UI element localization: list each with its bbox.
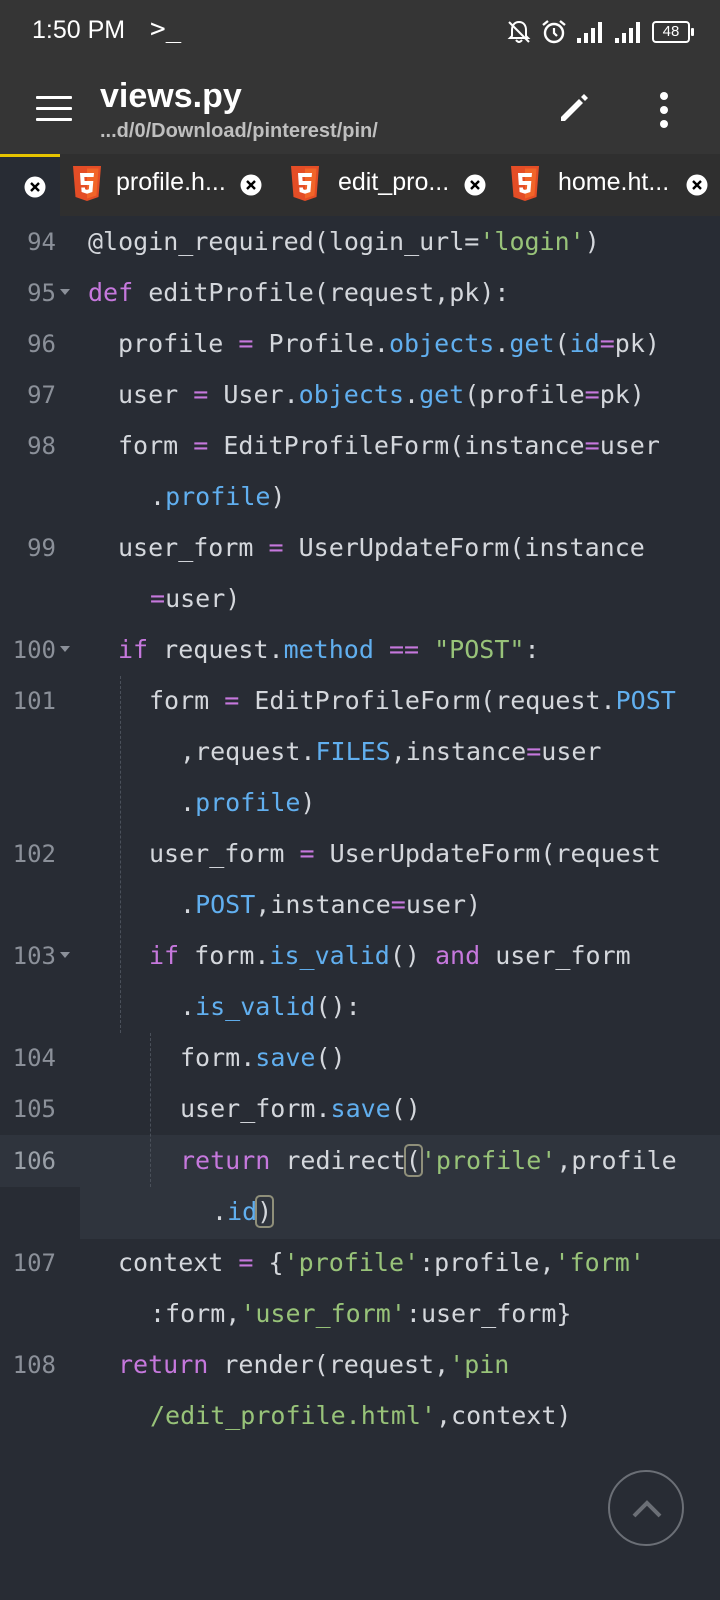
code-line-wrap[interactable]: =user) xyxy=(0,573,720,625)
code-text: profile = Profile.objects.get(id=pk) xyxy=(118,329,660,358)
tab-views-py[interactable] xyxy=(0,154,60,216)
line-number: 97 xyxy=(27,381,56,409)
line-number: 100 xyxy=(12,636,56,664)
line-number: 95 xyxy=(27,279,56,307)
file-path: ...d/0/Download/pinterest/pin/ xyxy=(100,120,378,142)
line-number: 101 xyxy=(12,687,56,715)
code-text: form.save() xyxy=(180,1043,346,1072)
code-line[interactable]: 97 user = User.objects.get(profile=pk) xyxy=(0,369,720,421)
code-text: if form.is_valid() and user_form xyxy=(149,941,631,970)
terminal-icon: >_ xyxy=(150,14,182,44)
status-time: 1:50 PM xyxy=(32,16,126,44)
code-line-wrap[interactable]: /edit_profile.html',context) xyxy=(0,1390,720,1442)
code-text: .id) xyxy=(212,1195,275,1228)
code-text: :form,'user_form':user_form} xyxy=(150,1299,572,1328)
tab-profile-html[interactable]: profile.h... xyxy=(60,154,278,216)
code-text: .is_valid(): xyxy=(180,992,361,1021)
code-line[interactable]: 99 user_form = UserUpdateForm(instance xyxy=(0,522,720,574)
line-number: 102 xyxy=(12,840,56,868)
fold-arrow-icon[interactable] xyxy=(60,289,70,295)
code-line[interactable]: 95 def editProfile(request,pk): xyxy=(0,267,720,319)
line-number: 103 xyxy=(12,942,56,970)
line-number: 105 xyxy=(12,1095,56,1123)
code-line[interactable]: 96 profile = Profile.objects.get(id=pk) xyxy=(0,318,720,370)
code-line-wrap[interactable]: .POST,instance=user) xyxy=(0,879,720,931)
close-circle-icon[interactable] xyxy=(464,174,486,196)
code-line[interactable]: 101 form = EditProfileForm(request.POST xyxy=(0,675,720,727)
code-text: /edit_profile.html',context) xyxy=(150,1401,572,1430)
code-line[interactable]: 107 context = {'profile':profile,'form' xyxy=(0,1237,720,1289)
line-number: 108 xyxy=(12,1351,56,1379)
code-text: .profile) xyxy=(150,482,286,511)
pencil-icon[interactable] xyxy=(556,90,592,126)
code-line[interactable]: 98 form = EditProfileForm(instance=user xyxy=(0,420,720,472)
code-text: return render(request,'pin xyxy=(118,1350,510,1379)
code-line-wrap[interactable]: ,request.FILES,instance=user xyxy=(0,726,720,778)
code-text: user = User.objects.get(profile=pk) xyxy=(118,380,645,409)
status-icons: 48 xyxy=(506,18,694,46)
close-circle-icon[interactable] xyxy=(686,174,708,196)
code-text: form = EditProfileForm(request.POST xyxy=(149,686,676,715)
line-number: 107 xyxy=(12,1249,56,1277)
signal-icon xyxy=(615,22,640,43)
code-line[interactable]: 108 return render(request,'pin xyxy=(0,1339,720,1391)
close-circle-icon[interactable] xyxy=(240,174,262,196)
code-line[interactable]: 102 user_form = UserUpdateForm(request xyxy=(0,828,720,880)
code-line[interactable]: 94 @login_required(login_url='login') xyxy=(0,216,720,268)
menu-icon[interactable] xyxy=(36,96,72,124)
code-text: if request.method == "POST": xyxy=(118,635,540,664)
line-number: 96 xyxy=(27,330,56,358)
tab-home-html[interactable]: home.ht... xyxy=(496,154,720,216)
more-vert-icon[interactable] xyxy=(654,90,674,130)
battery-icon: 48 xyxy=(652,21,694,43)
file-title: views.py xyxy=(100,77,242,115)
status-bar: 1:50 PM >_ 48 xyxy=(0,0,720,64)
scroll-top-button[interactable] xyxy=(608,1470,684,1546)
code-text: .profile) xyxy=(180,788,316,817)
tab-edit-profile-html[interactable]: edit_pro... xyxy=(278,154,496,216)
tab-bar: profile.h... edit_pro... home.ht... xyxy=(0,154,720,216)
tab-label: edit_pro... xyxy=(338,168,450,196)
html5-icon xyxy=(291,166,319,201)
code-line[interactable]: 103 if form.is_valid() and user_form xyxy=(0,930,720,982)
tab-label: home.ht... xyxy=(558,168,670,196)
chevron-up-icon xyxy=(632,1500,662,1518)
fold-arrow-icon[interactable] xyxy=(60,646,70,652)
code-line-wrap[interactable]: .profile) xyxy=(0,777,720,829)
alarm-icon xyxy=(542,20,566,44)
line-number: 104 xyxy=(12,1044,56,1072)
code-line[interactable]: 105 user_form.save() xyxy=(0,1083,720,1135)
signal-icon xyxy=(577,22,602,43)
code-text: =user) xyxy=(150,584,241,613)
code-text: ,request.FILES,instance=user xyxy=(180,737,602,766)
html5-icon xyxy=(511,166,539,201)
code-line[interactable]: 100 if request.method == "POST": xyxy=(0,624,720,676)
code-line-wrap[interactable]: .is_valid(): xyxy=(0,981,720,1033)
code-line-wrap[interactable]: :form,'user_form':user_form} xyxy=(0,1288,720,1340)
code-text: form = EditProfileForm(instance=user xyxy=(118,431,660,460)
code-text: user_form = UserUpdateForm(request xyxy=(149,839,661,868)
line-number: 94 xyxy=(27,228,56,256)
code-line-wrap[interactable]: .id) xyxy=(0,1186,720,1238)
code-text: return redirect('profile',profile xyxy=(180,1144,677,1177)
line-number: 106 xyxy=(12,1147,56,1175)
line-number: 98 xyxy=(27,432,56,460)
app-bar: views.py ...d/0/Download/pinterest/pin/ xyxy=(0,64,720,154)
tab-label: profile.h... xyxy=(116,168,226,196)
code-line[interactable]: 104 form.save() xyxy=(0,1032,720,1084)
code-line-current[interactable]: 106 return redirect('profile',profile xyxy=(0,1135,720,1187)
bell-off-icon xyxy=(507,20,531,43)
fold-arrow-icon[interactable] xyxy=(60,952,70,958)
code-text: def editProfile(request,pk): xyxy=(88,278,510,307)
code-text: context = {'profile':profile,'form' xyxy=(118,1248,645,1277)
html5-icon xyxy=(73,166,101,201)
code-text: user_form.save() xyxy=(180,1094,421,1123)
line-number: 99 xyxy=(27,534,56,562)
code-line-wrap[interactable]: .profile) xyxy=(0,471,720,523)
code-text: user_form = UserUpdateForm(instance xyxy=(118,533,645,562)
code-text: @login_required(login_url='login') xyxy=(88,227,600,256)
close-circle-icon[interactable] xyxy=(24,176,46,198)
code-editor[interactable]: 94 @login_required(login_url='login') 95… xyxy=(0,216,720,1600)
code-text: .POST,instance=user) xyxy=(180,890,482,919)
